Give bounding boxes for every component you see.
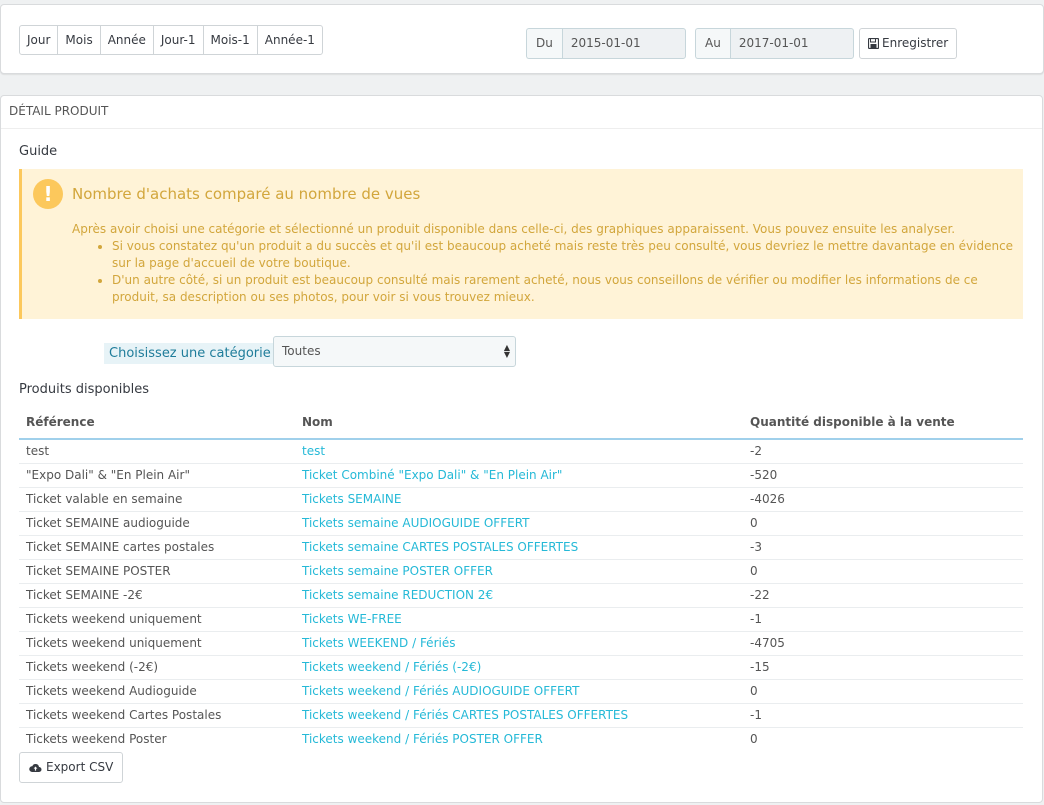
date-from-input[interactable]: 2015-01-01: [561, 28, 686, 59]
period-button-group: Jour Mois Année Jour-1 Mois-1 Année-1: [19, 25, 323, 55]
product-link[interactable]: Tickets SEMAINE: [295, 487, 743, 512]
product-detail-panel: DÉTAIL PRODUIT Guide ! Nombre d'achats c…: [0, 95, 1043, 803]
table-row: Tickets weekend uniquement Tickets WEEKEN…: [19, 631, 1023, 656]
table-row: Ticket valable en semaine Tickets SEMAINE…: [19, 487, 1023, 512]
period-button-year[interactable]: Année: [99, 25, 154, 55]
table-row: Tickets weekend Audioguide Tickets weeken…: [19, 679, 1023, 704]
product-link[interactable]: Tickets semaine REDUCTION 2€: [295, 583, 743, 608]
cell-quantity: -3: [743, 535, 1023, 560]
table-row: Ticket SEMAINE cartes postales Tickets se…: [19, 535, 1023, 560]
product-link[interactable]: Tickets weekend / Fériés (-2€): [295, 655, 743, 680]
cell-quantity: 0: [743, 511, 1023, 536]
table-row: test test -2: [19, 439, 1023, 464]
product-link[interactable]: Tickets WE-FREE: [295, 607, 743, 632]
cell-quantity: -520: [743, 463, 1023, 488]
cell-quantity: 0: [743, 679, 1023, 704]
cell-quantity: 0: [750, 732, 758, 747]
cell-quantity: -1: [743, 703, 1023, 728]
date-range-panel: Jour Mois Année Jour-1 Mois-1 Année-1 Du…: [0, 4, 1044, 74]
cell-reference: "Expo Dali" & "En Plein Air": [19, 463, 295, 488]
save-button[interactable]: Enregistrer: [859, 28, 958, 59]
table-header-row: Référence Nom Quantité disponible à la v…: [19, 405, 1023, 440]
cell-reference: Tickets weekend Poster: [26, 732, 167, 747]
product-link[interactable]: test: [295, 439, 743, 464]
table-row: Ticket SEMAINE POSTER Tickets semaine POS…: [19, 559, 1023, 584]
exclamation-icon: !: [33, 179, 63, 209]
column-header-quantity[interactable]: Quantité disponible à la vente: [743, 405, 1023, 440]
date-from-label: Du: [526, 28, 562, 59]
date-to-group: Au 2017-01-01: [695, 28, 854, 59]
cell-quantity: -4705: [743, 631, 1023, 656]
date-to-input[interactable]: 2017-01-01: [729, 28, 854, 59]
period-button-month[interactable]: Mois: [57, 25, 101, 55]
cell-quantity: -2: [743, 439, 1023, 464]
panel-heading: DÉTAIL PRODUIT: [1, 96, 1042, 129]
alert-bullet: D'un autre côté, si un produit est beauc…: [112, 272, 1017, 306]
cell-quantity: -1: [743, 607, 1023, 632]
cell-reference: Ticket SEMAINE audioguide: [19, 511, 295, 536]
table-row: Tickets weekend Cartes Postales Tickets w…: [19, 703, 1023, 728]
date-to-label: Au: [695, 28, 730, 59]
export-csv-label: Export CSV: [46, 760, 114, 774]
cell-reference: Ticket SEMAINE -2€: [19, 583, 295, 608]
cell-reference: Ticket SEMAINE cartes postales: [19, 535, 295, 560]
cell-reference: Tickets weekend uniquement: [19, 607, 295, 632]
cell-reference: Ticket valable en semaine: [19, 487, 295, 512]
alert-body: Après avoir choisi une catégorie et séle…: [72, 221, 1017, 306]
product-link[interactable]: Tickets weekend / Fériés CARTES POSTALES…: [295, 703, 743, 728]
product-link[interactable]: Tickets semaine POSTER OFFER: [295, 559, 743, 584]
category-select-value: Toutes: [282, 344, 321, 358]
alert-intro: Après avoir choisi une catégorie et séle…: [72, 222, 956, 236]
cell-quantity: -4026: [743, 487, 1023, 512]
cell-reference: Tickets weekend (-2€): [19, 655, 295, 680]
column-header-reference[interactable]: Référence: [19, 405, 295, 440]
table-row: Ticket SEMAINE audioguide Tickets semaine…: [19, 511, 1023, 536]
cell-quantity: 0: [743, 559, 1023, 584]
category-label: Choisissez une catégorie: [104, 343, 276, 364]
column-header-name[interactable]: Nom: [295, 405, 743, 440]
period-button-previous-day[interactable]: Jour-1: [152, 25, 204, 55]
table-row: Tickets weekend uniquement Tickets WE-FRE…: [19, 607, 1023, 632]
date-from-group: Du 2015-01-01: [526, 28, 686, 59]
product-link[interactable]: Tickets weekend / Fériés AUDIOGUIDE OFFE…: [295, 679, 743, 704]
table-row: Tickets weekend (-2€) Tickets weekend / F…: [19, 655, 1023, 680]
table-row: "Expo Dali" & "En Plein Air" Ticket Combi…: [19, 463, 1023, 488]
product-link[interactable]: Tickets semaine CARTES POSTALES OFFERTES: [295, 535, 743, 560]
guide-alert: ! Nombre d'achats comparé au nombre de v…: [19, 169, 1023, 319]
save-button-label: Enregistrer: [882, 36, 949, 50]
products-table: Référence Nom Quantité disponible à la v…: [19, 405, 1023, 751]
alert-bullet: Si vous constatez qu'un produit a du suc…: [112, 238, 1017, 272]
cell-reference: Tickets weekend Cartes Postales: [19, 703, 295, 728]
alert-bullet-list: Si vous constatez qu'un produit a du suc…: [72, 238, 1017, 306]
cloud-upload-icon: [29, 764, 42, 772]
floppy-disk-icon: [868, 38, 879, 49]
period-button-day[interactable]: Jour: [19, 25, 59, 55]
table-row: Ticket SEMAINE -2€ Tickets semaine REDUCT…: [19, 583, 1023, 608]
cell-quantity: -15: [743, 655, 1023, 680]
table-row: Tickets weekend Poster Tickets weekend / …: [19, 727, 1023, 751]
products-title: Produits disponibles: [19, 382, 150, 397]
cell-reference: Tickets weekend Audioguide: [19, 679, 295, 704]
cell-reference: test: [19, 439, 295, 464]
select-arrows-icon: ▲ ▼: [503, 343, 510, 359]
product-link[interactable]: Tickets semaine AUDIOGUIDE OFFERT: [295, 511, 743, 536]
product-link[interactable]: Tickets weekend / Fériés POSTER OFFER: [295, 727, 743, 751]
period-button-previous-month[interactable]: Mois-1: [202, 25, 258, 55]
alert-title: Nombre d'achats comparé au nombre de vue…: [72, 185, 421, 203]
cell-reference: Ticket SEMAINE POSTER: [19, 559, 295, 584]
guide-title: Guide: [19, 144, 58, 159]
category-select[interactable]: Toutes ▲ ▼: [273, 336, 516, 367]
product-link[interactable]: Tickets WEEKEND / Fériés: [295, 631, 743, 656]
product-link[interactable]: Ticket Combiné "Expo Dali" & "En Plein A…: [295, 463, 743, 488]
period-button-previous-year[interactable]: Année-1: [256, 25, 323, 55]
cell-reference: Tickets weekend uniquement: [19, 631, 295, 656]
cell-quantity: -22: [743, 583, 1023, 608]
export-csv-button[interactable]: Export CSV: [19, 752, 124, 783]
